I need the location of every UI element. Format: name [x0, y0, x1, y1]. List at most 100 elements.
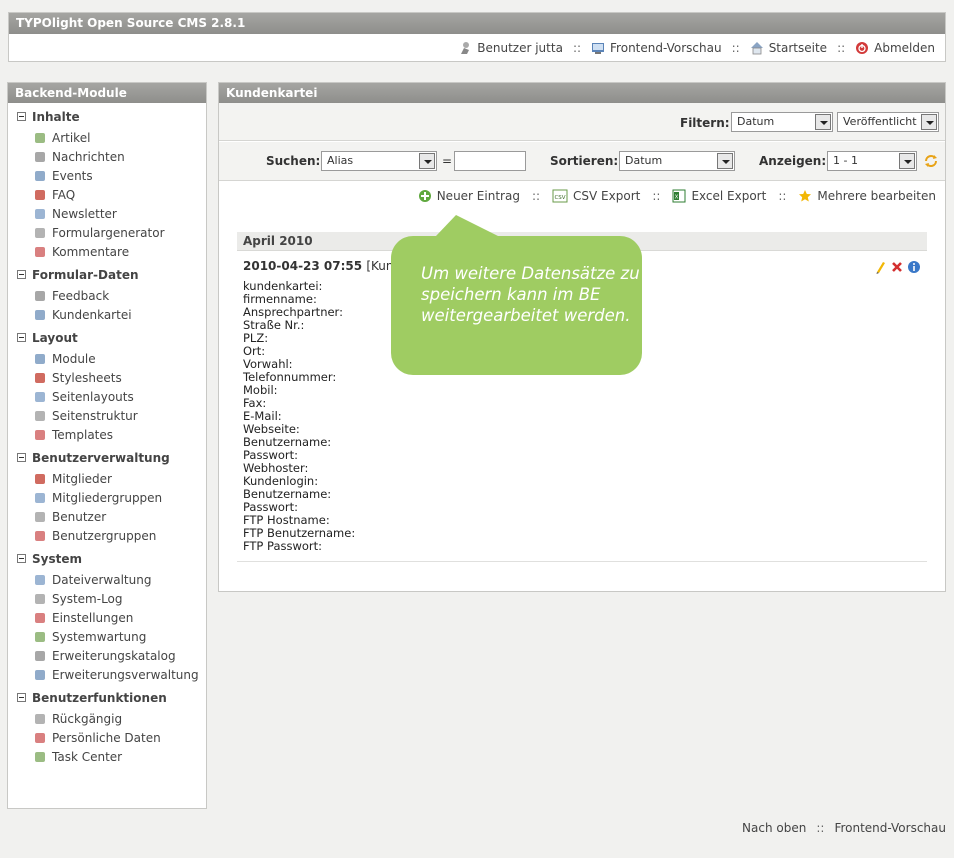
show-select[interactable]: 1 - 1 — [827, 151, 917, 171]
sidebar-item[interactable]: Benutzer — [17, 507, 206, 526]
sidebar-item[interactable]: System-Log — [17, 589, 206, 608]
sidebar-group-title[interactable]: System — [17, 550, 206, 567]
preview-label: Frontend-Vorschau — [610, 41, 722, 55]
sidebar-item[interactable]: Seitenlayouts — [17, 387, 206, 406]
sidebar-item-label: System-Log — [52, 591, 123, 606]
sidebar-item[interactable]: Benutzergruppen — [17, 526, 206, 545]
sidebar-item[interactable]: Artikel — [17, 128, 206, 147]
sidebar-item-label: Events — [52, 168, 93, 183]
filter-status-select[interactable]: Veröffentlicht — [837, 112, 939, 132]
module-icon — [35, 492, 45, 503]
sidebar-item-label: Kundenkartei — [52, 307, 132, 322]
sidebar-item[interactable]: Templates — [17, 425, 206, 444]
sidebar-group-label: System — [32, 551, 82, 566]
search-field-select[interactable]: Alias — [321, 151, 437, 171]
sidebar-item[interactable]: Persönliche Daten — [17, 728, 206, 747]
sidebar-item[interactable]: Nachrichten — [17, 147, 206, 166]
svg-text:X: X — [675, 195, 679, 201]
sidebar-group: Layout Module Stylesheets Seitenlayouts Seit… — [17, 329, 206, 444]
module-icon — [35, 511, 45, 522]
sidebar-item[interactable]: Task Center — [17, 747, 206, 766]
sidebar-item[interactable]: Kommentare — [17, 242, 206, 261]
csv-file-icon: CSV — [552, 189, 568, 203]
sidebar-item-label: Einstellungen — [52, 610, 134, 625]
user-label: Benutzer jutta — [477, 41, 563, 55]
power-icon — [856, 42, 869, 54]
sidebar-item[interactable]: Dateiverwaltung — [17, 570, 206, 589]
sidebar-item[interactable]: Erweiterungsverwaltung — [17, 665, 206, 684]
module-icon — [35, 151, 45, 162]
sidebar-groups: Inhalte Artikel Nachrichten Events FAQ Newsle… — [8, 103, 206, 766]
frontend-preview-link[interactable]: Frontend-Vorschau — [591, 41, 722, 55]
sidebar-item-label: Seitenstruktur — [52, 408, 138, 423]
sidebar-item-label: Rückgängig — [52, 711, 123, 726]
sidebar-item[interactable]: Systemwartung — [17, 627, 206, 646]
module-icon — [35, 246, 45, 257]
sidebar-item[interactable]: Kundenkartei — [17, 305, 206, 324]
page-title: Kundenkartei — [219, 83, 945, 103]
filter-field-select[interactable]: Datum — [731, 112, 833, 132]
record-actions: Neuer Eintrag :: CSV CSV Export :: X Exc… — [418, 189, 936, 203]
module-icon — [35, 713, 45, 724]
sidebar-item[interactable]: Rückgängig — [17, 709, 206, 728]
csv-export-link[interactable]: CSV CSV Export — [552, 189, 640, 203]
sidebar-group-label: Formular-Daten — [32, 267, 139, 282]
sidebar-item-label: FAQ — [52, 187, 76, 202]
sidebar-item[interactable]: Newsletter — [17, 204, 206, 223]
info-icon[interactable] — [907, 260, 921, 274]
excel-export-link[interactable]: X Excel Export — [672, 189, 766, 203]
sidebar-group-label: Inhalte — [32, 109, 80, 124]
module-icon — [35, 391, 45, 402]
sidebar-item[interactable]: Mitglieder — [17, 469, 206, 488]
sidebar-group: Benutzerverwaltung Mitglieder Mitgliedergr… — [17, 449, 206, 545]
edit-multiple-link[interactable]: Mehrere bearbeiten — [798, 189, 936, 203]
sidebar-item[interactable]: Events — [17, 166, 206, 185]
reload-icon[interactable] — [923, 153, 939, 169]
sidebar-group-title[interactable]: Benutzerfunktionen — [17, 689, 206, 706]
new-entry-link[interactable]: Neuer Eintrag — [418, 189, 520, 203]
home-link[interactable]: Startseite — [750, 41, 827, 55]
collapse-icon — [17, 112, 26, 121]
sidebar-item[interactable]: Stylesheets — [17, 368, 206, 387]
sidebar-group-title[interactable]: Formular-Daten — [17, 266, 206, 283]
back-to-top-link[interactable]: Nach oben — [742, 821, 806, 835]
preview-icon — [592, 43, 605, 54]
sidebar-item[interactable]: Formulargenerator — [17, 223, 206, 242]
sidebar-item[interactable]: Feedback — [17, 286, 206, 305]
user-icon — [461, 42, 470, 54]
chevron-down-icon — [815, 114, 831, 130]
sidebar-item-label: Newsletter — [52, 206, 117, 221]
sort-select[interactable]: Datum — [619, 151, 735, 171]
sidebar-group-title[interactable]: Layout — [17, 329, 206, 346]
user-link[interactable]: Benutzer jutta — [458, 41, 563, 55]
sidebar-group-title[interactable]: Inhalte — [17, 108, 206, 125]
module-icon — [35, 410, 45, 421]
sidebar-item-label: Kommentare — [52, 244, 130, 259]
footer-preview-link[interactable]: Frontend-Vorschau — [834, 821, 946, 835]
sidebar-group-title[interactable]: Benutzerverwaltung — [17, 449, 206, 466]
sidebar-item-label: Benutzergruppen — [52, 528, 157, 543]
search-input[interactable] — [454, 151, 526, 171]
sidebar-item-label: Persönliche Daten — [52, 730, 161, 745]
home-icon — [750, 42, 763, 55]
sidebar-group-label: Layout — [32, 330, 78, 345]
logout-link[interactable]: Abmelden — [855, 41, 935, 55]
sidebar-item[interactable]: Module — [17, 349, 206, 368]
show-label: Anzeigen: — [759, 154, 827, 168]
module-icon — [35, 429, 45, 440]
sidebar-item[interactable]: Erweiterungskatalog — [17, 646, 206, 665]
edit-icon[interactable] — [873, 260, 887, 274]
sidebar-item[interactable]: Einstellungen — [17, 608, 206, 627]
sidebar-item[interactable]: Seitenstruktur — [17, 406, 206, 425]
search-label: Suchen: — [266, 154, 321, 168]
collapse-icon — [17, 554, 26, 563]
home-label: Startseite — [768, 41, 828, 55]
sidebar-item[interactable]: Mitgliedergruppen — [17, 488, 206, 507]
sidebar-item[interactable]: FAQ — [17, 185, 206, 204]
excel-file-icon: X — [672, 189, 686, 203]
collapse-icon — [17, 333, 26, 342]
delete-icon[interactable] — [890, 260, 904, 274]
module-icon — [35, 612, 45, 623]
module-icon — [35, 132, 45, 143]
top-navigation: Benutzer jutta :: Frontend-Vorschau :: S… — [458, 40, 935, 56]
